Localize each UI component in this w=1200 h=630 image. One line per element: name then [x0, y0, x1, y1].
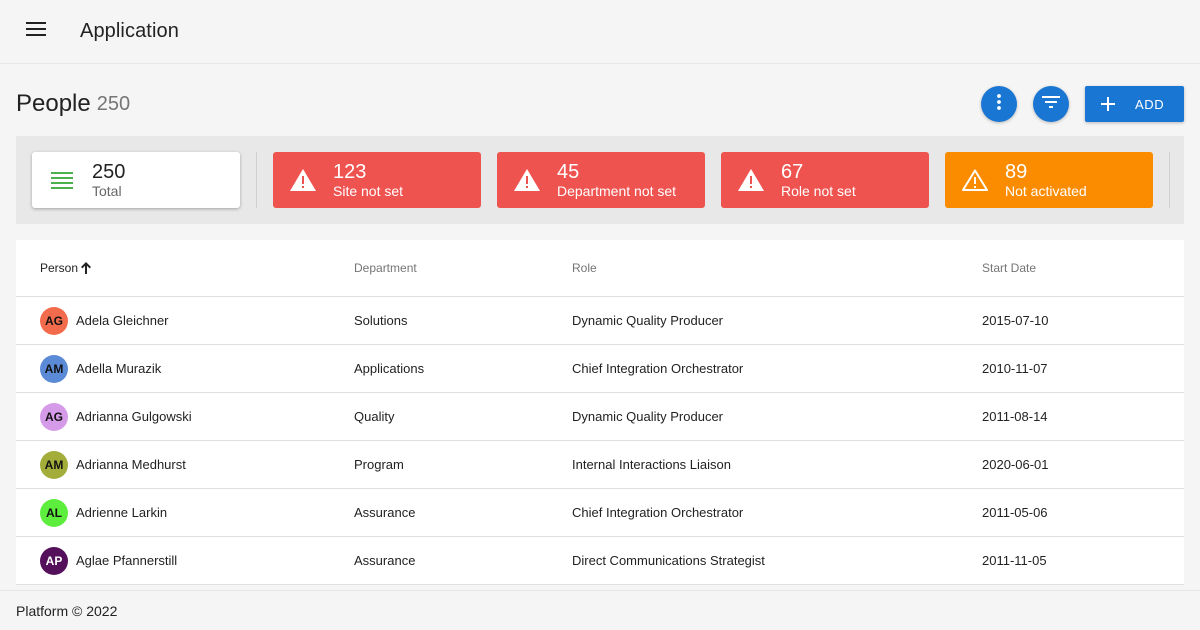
stat-department-label: Department not set: [557, 182, 677, 199]
role-cell: Direct Communications Strategist: [572, 553, 765, 568]
table-row[interactable]: AM Adrianna Medhurst Program Internal In…: [16, 441, 1184, 489]
filter-icon: [1042, 95, 1060, 113]
app-title: Application: [80, 20, 179, 42]
arrow-up-icon: [81, 262, 92, 274]
role-cell: Chief Integration Orchestrator: [572, 505, 744, 520]
menu-icon: [26, 22, 46, 41]
stat-role-value: 67: [781, 160, 804, 183]
page-title: People: [16, 90, 91, 117]
avatar: AG: [40, 306, 68, 335]
add-button[interactable]: ADD: [1085, 86, 1184, 122]
more-options-button[interactable]: [981, 86, 1017, 122]
column-header-start-date[interactable]: Start Date: [982, 261, 1184, 275]
warning-icon: [721, 169, 781, 191]
stats-divider: [256, 152, 257, 208]
stats-bar: 250 Total 123 Site not set 45 Department…: [16, 136, 1184, 224]
avatar: AG: [40, 402, 68, 431]
person-name: Adela Gleichner: [76, 313, 169, 328]
table-row[interactable]: AG Adrianna Gulgowski Quality Dynamic Qu…: [16, 393, 1184, 441]
start-date-cell: 2015-07-10: [982, 313, 1049, 328]
warning-icon: [273, 169, 333, 191]
page-header: People 250 ADD: [16, 65, 1184, 143]
stat-department-value: 45: [557, 160, 580, 183]
avatar: AM: [40, 354, 68, 383]
person-name: Adrianna Medhurst: [76, 457, 186, 472]
person-name: Adella Murazik: [76, 361, 162, 376]
role-cell: Dynamic Quality Producer: [572, 409, 723, 424]
department-cell: Assurance: [354, 553, 416, 568]
plus-icon: [1101, 97, 1115, 111]
start-date-cell: 2011-08-14: [982, 409, 1048, 424]
avatar: AL: [40, 498, 68, 527]
stat-card-site[interactable]: 123 Site not set: [273, 152, 481, 208]
start-date-cell: 2011-11-05: [982, 553, 1047, 568]
filter-button[interactable]: [1033, 86, 1069, 122]
start-date-cell: 2020-06-01: [982, 457, 1049, 472]
stat-card-department[interactable]: 45 Department not set: [497, 152, 705, 208]
people-table: Person Department Role Start Date AG Ade…: [16, 240, 1184, 585]
warning-outline-icon: [945, 169, 1005, 191]
department-cell: Assurance: [354, 505, 416, 520]
warning-icon: [497, 169, 557, 191]
stat-total-value: 250: [92, 160, 126, 183]
avatar: AP: [40, 546, 68, 575]
add-button-label: ADD: [1135, 96, 1165, 112]
avatar: AM: [40, 450, 68, 479]
main-content: People 250 ADD 250 Total 123 Site not se…: [0, 65, 1200, 590]
role-cell: Chief Integration Orchestrator: [572, 361, 744, 376]
stat-activated-label: Not activated: [1005, 182, 1087, 199]
person-name: Aglae Pfannerstill: [76, 553, 178, 568]
table-row[interactable]: AG Adela Gleichner Solutions Dynamic Qua…: [16, 297, 1184, 345]
app-bar: Application: [0, 0, 1200, 64]
column-header-person[interactable]: Person: [40, 261, 92, 275]
person-name: Adrianna Gulgowski: [76, 409, 192, 424]
person-name: Adrienne Larkin: [76, 505, 168, 520]
role-cell: Internal Interactions Liaison: [572, 457, 731, 472]
department-cell: Applications: [354, 361, 425, 376]
stat-card-role[interactable]: 67 Role not set: [721, 152, 929, 208]
list-icon: [32, 171, 92, 189]
stat-role-label: Role not set: [781, 182, 856, 199]
stat-total-label: Total: [92, 182, 122, 199]
department-cell: Quality: [354, 409, 395, 424]
column-header-department[interactable]: Department: [354, 261, 572, 275]
table-header: Person Department Role Start Date: [16, 240, 1184, 297]
start-date-cell: 2011-05-06: [982, 505, 1048, 520]
role-cell: Dynamic Quality Producer: [572, 313, 723, 328]
table-row[interactable]: AM Adella Murazik Applications Chief Int…: [16, 345, 1184, 393]
table-row[interactable]: AL Adrienne Larkin Assurance Chief Integ…: [16, 489, 1184, 537]
menu-button[interactable]: [0, 0, 72, 64]
table-row[interactable]: AP Aglae Pfannerstill Assurance Direct C…: [16, 537, 1184, 585]
stats-divider: [1169, 152, 1170, 208]
stat-site-label: Site not set: [333, 182, 404, 199]
department-cell: Program: [354, 457, 404, 472]
page-count: 250: [96, 92, 131, 115]
footer: Platform © 2022: [0, 590, 1200, 630]
stat-card-activated[interactable]: 89 Not activated: [945, 152, 1153, 208]
header-actions: ADD: [965, 86, 1184, 122]
footer-text: Platform © 2022: [16, 602, 118, 619]
start-date-cell: 2010-11-07: [982, 361, 1048, 376]
column-header-role[interactable]: Role: [572, 261, 982, 275]
stat-activated-value: 89: [1005, 160, 1028, 183]
stat-site-value: 123: [333, 160, 367, 183]
stat-card-total[interactable]: 250 Total: [32, 152, 240, 208]
more-vert-icon: [997, 93, 1001, 115]
department-cell: Solutions: [354, 313, 408, 328]
